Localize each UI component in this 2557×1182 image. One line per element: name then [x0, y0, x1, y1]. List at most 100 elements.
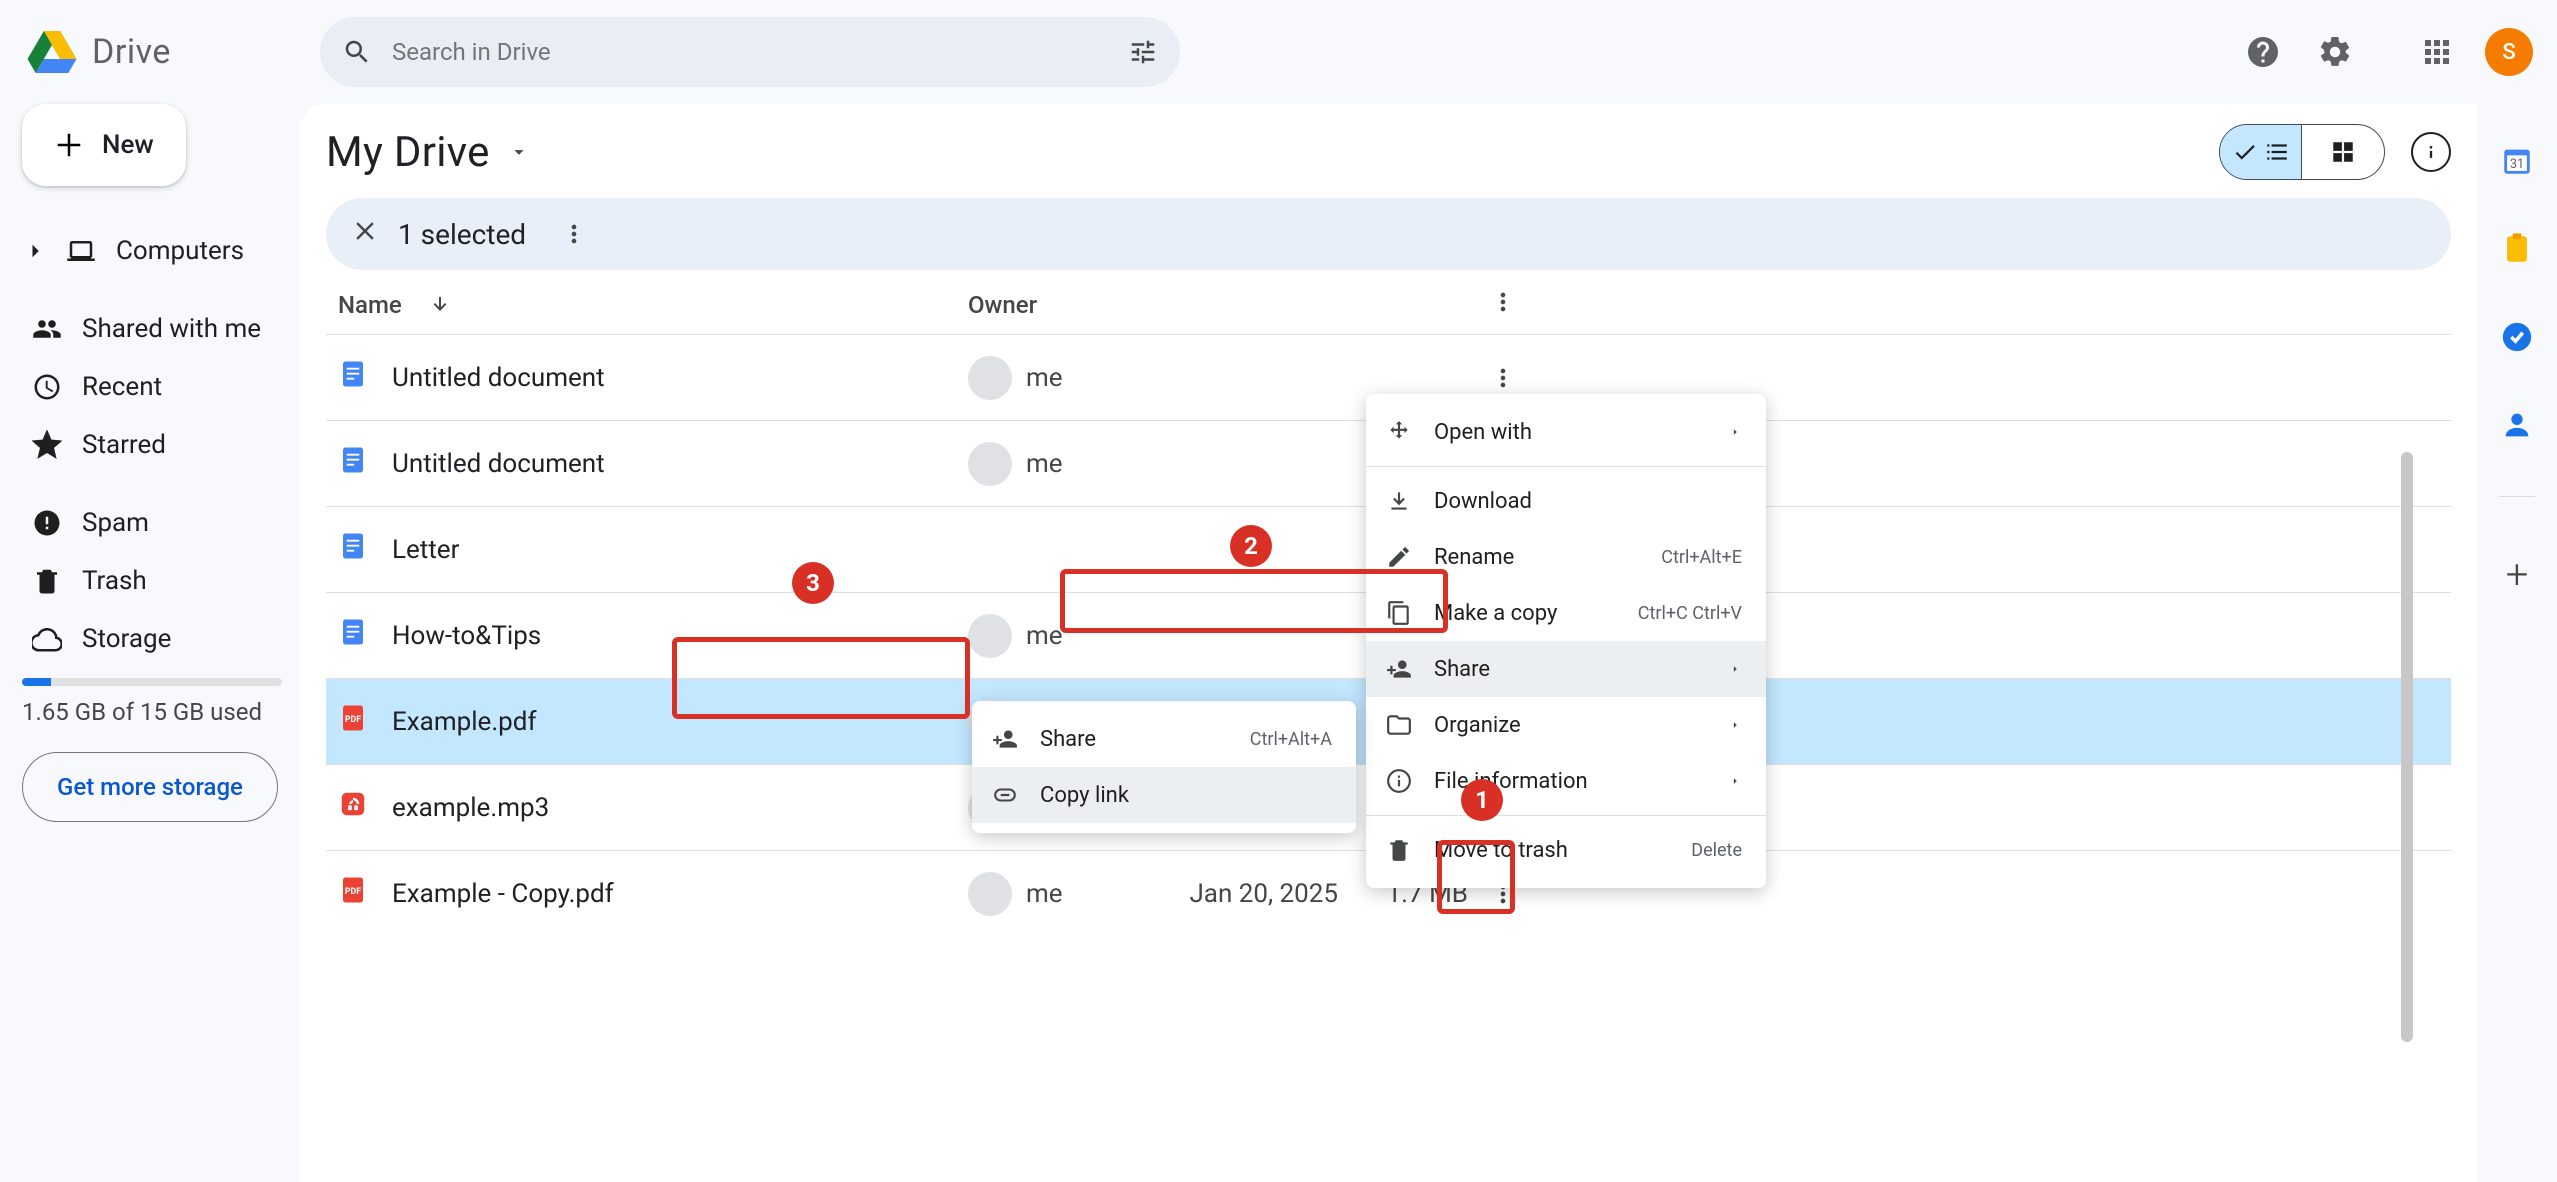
svg-text:PDF: PDF	[345, 715, 361, 725]
owner-avatar	[968, 356, 1012, 400]
location-label: My Drive	[326, 128, 490, 177]
help-button[interactable]	[2239, 28, 2287, 76]
menu-download[interactable]: Download	[1366, 473, 1766, 529]
menu-shortcut: Ctrl+Alt+E	[1661, 547, 1742, 568]
scrollbar[interactable]	[2401, 452, 2413, 1042]
sidebar-item-recent[interactable]: Recent	[22, 358, 282, 416]
drive-logo-icon	[24, 24, 80, 80]
menu-make-copy[interactable]: Make a copy Ctrl+C Ctrl+V	[1366, 585, 1766, 641]
menu-label: Share	[1434, 657, 1490, 682]
calendar-icon[interactable]: 31	[2500, 144, 2534, 178]
file-type-icon	[338, 359, 368, 396]
file-name: Example - Copy.pdf	[392, 879, 614, 909]
clear-selection-button[interactable]	[350, 216, 380, 253]
chevron-right-icon	[20, 236, 50, 266]
file-type-icon	[338, 617, 368, 654]
svg-text:31: 31	[2510, 157, 2524, 172]
menu-label: Rename	[1434, 545, 1514, 570]
col-more-button[interactable]	[1468, 288, 1538, 322]
file-name: Untitled document	[392, 363, 605, 393]
search-bar[interactable]	[320, 17, 1180, 87]
new-button[interactable]: New	[22, 104, 186, 186]
menu-shortcut: Ctrl+C Ctrl+V	[1638, 603, 1742, 624]
file-name: How-to&Tips	[392, 621, 541, 651]
submenu-arrow-icon	[1728, 769, 1742, 794]
download-icon	[1386, 488, 1412, 514]
sidebar-item-shared[interactable]: Shared with me	[22, 300, 282, 358]
addons-button[interactable]: +	[2506, 551, 2529, 598]
people-icon	[32, 314, 62, 344]
grid-icon	[2330, 139, 2356, 165]
avatar[interactable]: S	[2485, 28, 2533, 76]
sidebar-item-computers[interactable]: Computers	[22, 222, 282, 280]
selection-bar: 1 selected	[326, 198, 2451, 270]
list-view-button[interactable]	[2220, 125, 2302, 179]
sidebar-item-spam[interactable]: Spam	[22, 494, 282, 552]
owner-avatar	[968, 442, 1012, 486]
settings-button[interactable]	[2311, 28, 2359, 76]
owner-label: me	[1026, 621, 1063, 651]
file-name: Example.pdf	[392, 707, 537, 737]
col-name-label[interactable]: Name	[338, 291, 402, 319]
file-type-icon: PDF	[338, 703, 368, 740]
grid-view-button[interactable]	[2302, 125, 2384, 179]
tune-icon[interactable]	[1128, 37, 1158, 67]
sidebar-item-label: Shared with me	[82, 314, 261, 344]
menu-organize[interactable]: Organize	[1366, 697, 1766, 753]
row-more-button[interactable]	[1468, 364, 1538, 392]
menu-divider	[1366, 466, 1766, 467]
menu-label: Make a copy	[1434, 601, 1557, 626]
menu-rename[interactable]: Rename Ctrl+Alt+E	[1366, 529, 1766, 585]
trash-icon	[32, 566, 62, 596]
info-icon	[1386, 768, 1412, 794]
apps-button[interactable]	[2413, 28, 2461, 76]
main: My Drive 1 selected	[300, 104, 2477, 1182]
location-title[interactable]: My Drive	[326, 128, 530, 177]
selection-more-button[interactable]	[554, 214, 594, 254]
logo-area: Drive	[24, 24, 284, 80]
submenu-arrow-icon	[1728, 713, 1742, 738]
search-icon	[342, 37, 372, 67]
sidebar-item-trash[interactable]: Trash	[22, 552, 282, 610]
sidebar-item-label: Computers	[116, 236, 244, 266]
check-icon	[2232, 139, 2258, 165]
spam-icon	[32, 508, 62, 538]
file-type-icon	[338, 445, 368, 482]
owner-label: me	[1026, 363, 1063, 393]
sort-arrow-icon[interactable]	[428, 293, 452, 317]
column-headers: Name Owner	[326, 270, 2451, 334]
chevron-down-icon	[508, 141, 530, 163]
get-storage-button[interactable]: Get more storage	[22, 752, 278, 822]
menu-divider	[1366, 815, 1766, 816]
sidebar-item-label: Starred	[82, 430, 166, 460]
menu-label: Download	[1434, 489, 1532, 514]
keep-icon[interactable]	[2500, 232, 2534, 266]
sidebar-item-storage[interactable]: Storage	[22, 610, 282, 668]
sidebar-item-starred[interactable]: Starred	[22, 416, 282, 474]
details-button[interactable]	[2411, 132, 2451, 172]
sidebar-item-label: Storage	[82, 624, 171, 654]
submenu-share[interactable]: Share Ctrl+Alt+A	[972, 711, 1356, 767]
owner-label: me	[1026, 879, 1063, 909]
search-input[interactable]	[392, 38, 1108, 66]
col-owner-label[interactable]: Owner	[968, 291, 1118, 319]
menu-share[interactable]: Share	[1366, 641, 1766, 697]
contacts-icon[interactable]	[2500, 408, 2534, 442]
link-icon	[992, 782, 1018, 808]
modified-date: Jan 20, 2025	[1118, 879, 1338, 909]
view-toggle	[2219, 124, 2385, 180]
menu-open-with[interactable]: Open with	[1366, 404, 1766, 460]
star-icon	[32, 430, 62, 460]
submenu-copy-link[interactable]: Copy link	[972, 767, 1356, 823]
menu-label: File information	[1434, 769, 1588, 794]
menu-move-to-trash[interactable]: Move to trash Delete	[1366, 822, 1766, 878]
list-icon	[2264, 139, 2290, 165]
file-name: Letter	[392, 535, 459, 565]
plus-icon	[54, 130, 84, 160]
menu-file-info[interactable]: File information	[1366, 753, 1766, 809]
info-icon	[2417, 138, 2445, 166]
menu-shortcut: Delete	[1691, 840, 1742, 861]
tasks-icon[interactable]	[2500, 320, 2534, 354]
file-type-icon	[338, 531, 368, 568]
submenu-arrow-icon	[1728, 420, 1742, 445]
